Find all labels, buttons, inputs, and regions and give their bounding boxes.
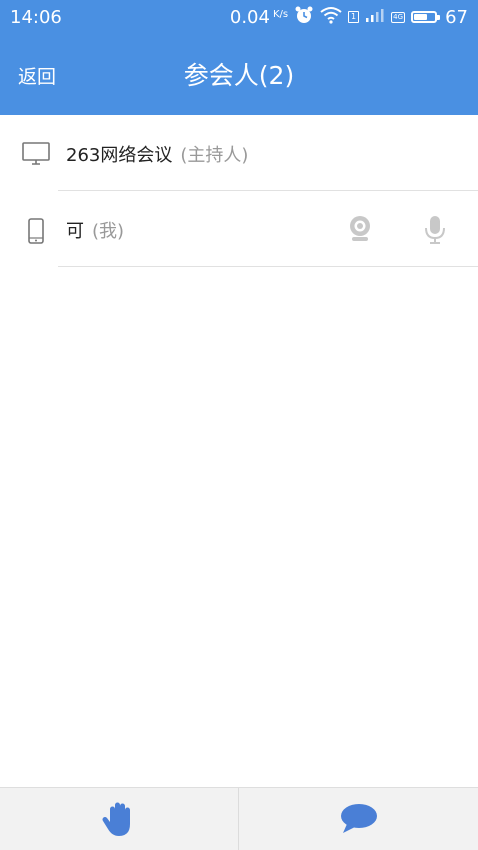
signal-icon xyxy=(365,7,385,27)
status-bar: 14:06 0.04 K/s 1 4G 67 xyxy=(0,0,478,34)
bottom-bar xyxy=(0,787,478,850)
sim-slot-badge: 1 xyxy=(348,11,360,23)
microphone-icon[interactable] xyxy=(423,215,447,249)
chat-button[interactable] xyxy=(239,788,478,850)
camera-icon[interactable] xyxy=(348,215,372,247)
network-speed: 0.04 xyxy=(229,6,270,28)
status-time: 14:06 xyxy=(10,7,62,28)
monitor-icon xyxy=(22,142,50,170)
network-speed-unit: K/s xyxy=(272,8,289,20)
participant-row[interactable]: 263网络会议 (主持人) xyxy=(0,115,478,191)
app-header: 14:06 0.04 K/s 1 4G 67 返回 参会人(2) xyxy=(0,0,478,115)
back-button[interactable]: 返回 xyxy=(18,62,56,89)
battery-icon xyxy=(411,11,441,23)
participant-role: (我) xyxy=(92,221,125,242)
battery-percent: 67 xyxy=(445,6,468,28)
status-icons: 0.04 K/s 1 4G 67 xyxy=(230,6,468,28)
participant-row[interactable]: 可 (我) xyxy=(0,191,478,267)
participant-name: 可 xyxy=(66,221,84,242)
row-divider xyxy=(58,266,478,267)
participant-name: 263网络会议 xyxy=(66,145,173,166)
phone-icon xyxy=(22,218,50,250)
participant-role: (主持人) xyxy=(180,145,249,166)
participant-name-text: 可 (我) xyxy=(66,217,124,243)
network-type-badge: 4G xyxy=(391,11,406,23)
battery-fill xyxy=(414,14,428,20)
page-title: 参会人(2) xyxy=(183,61,295,90)
raise-hand-button[interactable] xyxy=(0,788,239,850)
participant-list: 263网络会议 (主持人) 可 (我) xyxy=(0,115,478,267)
participant-name-text: 263网络会议 (主持人) xyxy=(66,141,248,167)
wifi-icon xyxy=(320,6,342,28)
alarm-icon xyxy=(294,5,314,29)
title-bar: 返回 参会人(2) xyxy=(0,34,478,115)
